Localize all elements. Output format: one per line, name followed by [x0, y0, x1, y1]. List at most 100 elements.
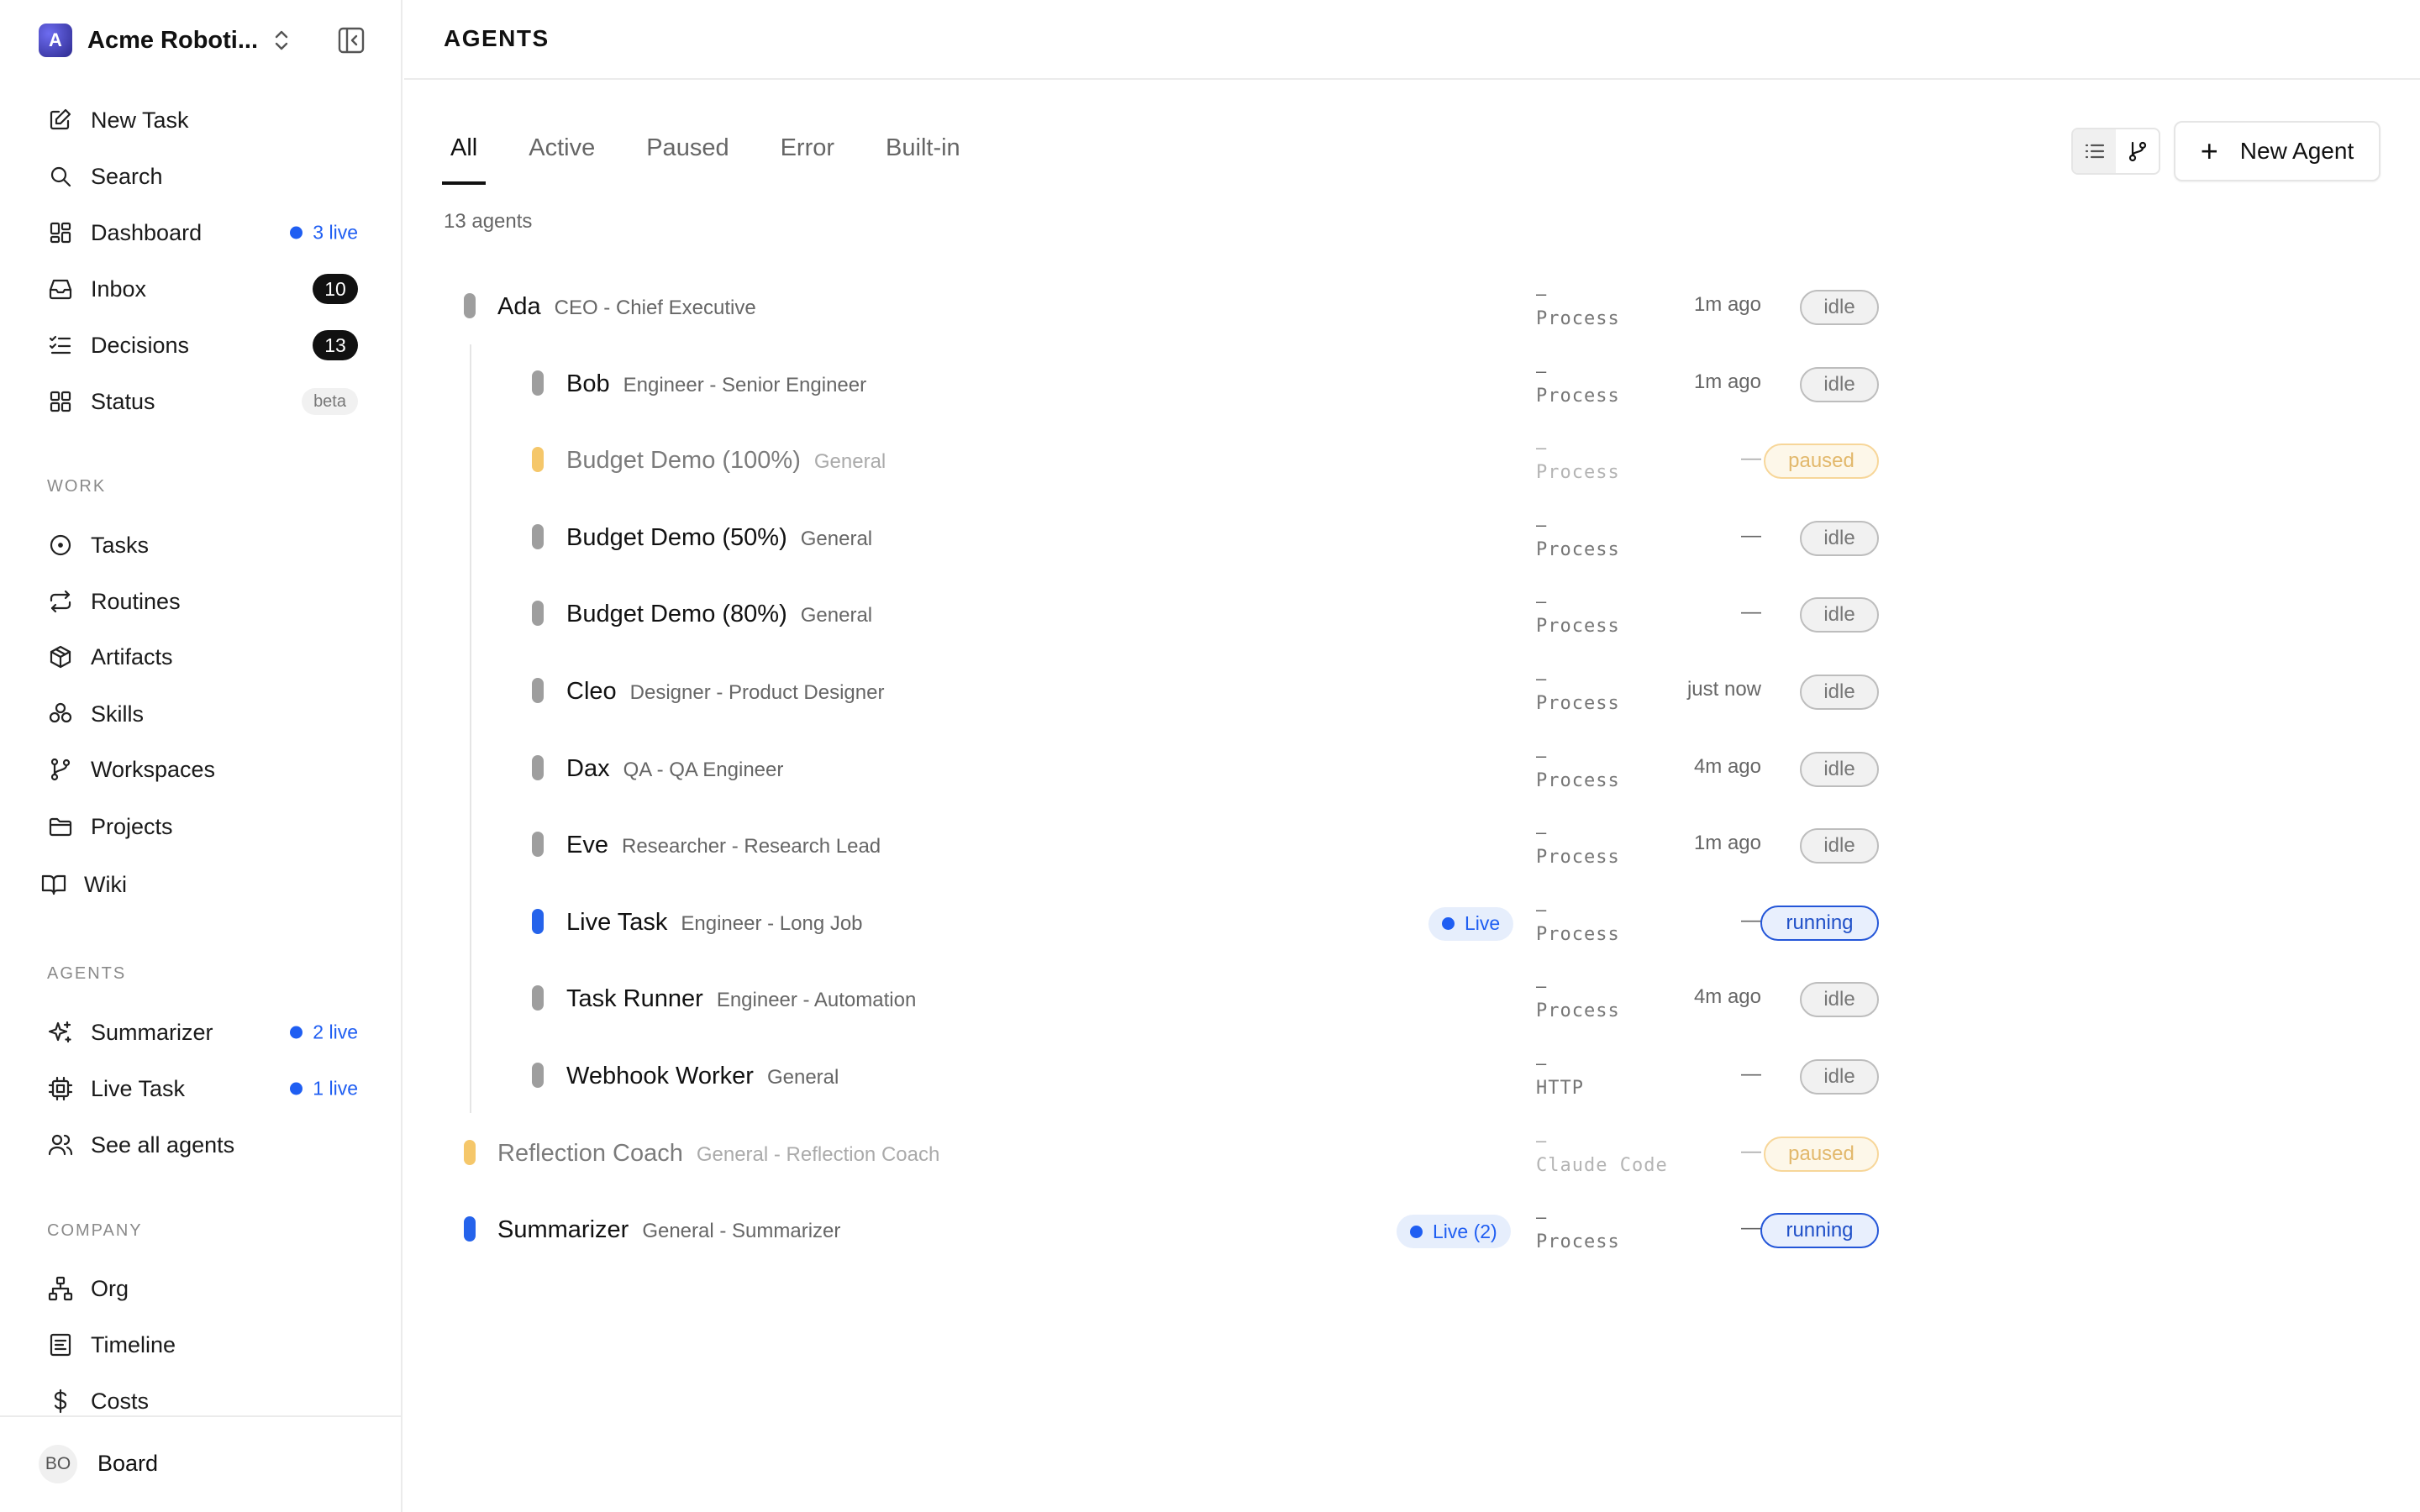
- sidebar-item-summarizer[interactable]: Summarizer 2 live: [47, 1014, 366, 1051]
- tree-view-button[interactable]: [2116, 129, 2159, 173]
- sidebar-item-projects[interactable]: Projects: [47, 808, 366, 845]
- boxes-icon: [47, 701, 74, 727]
- agent-row[interactable]: Dax QA - QA Engineer – Process 4m ago idle: [444, 737, 2175, 804]
- agent-adapter: Process: [1536, 308, 1620, 329]
- agent-title: Cleo Designer - Product Designer: [566, 678, 884, 706]
- tab-paused[interactable]: Paused: [639, 134, 735, 185]
- sidebar-item-see-all-agents[interactable]: See all agents: [47, 1126, 366, 1163]
- sidebar-item-inbox[interactable]: Inbox 10: [47, 270, 366, 307]
- grid-icon: [47, 388, 74, 415]
- agent-row[interactable]: Bob Engineer - Senior Engineer – Process 1m …: [444, 352, 2175, 419]
- sidebar-item-dashboard[interactable]: Dashboard 3 live: [47, 214, 366, 251]
- sidebar-item-artifacts[interactable]: Artifacts: [47, 638, 366, 675]
- tab-error[interactable]: Error: [774, 134, 841, 185]
- status-badge: paused: [1764, 1136, 1879, 1172]
- dollar-icon: [47, 1388, 74, 1415]
- agent-row[interactable]: Reflection Coach General - Reflection Coa…: [444, 1121, 2175, 1189]
- pencil-square-icon: [47, 107, 74, 134]
- avatar: BO: [39, 1445, 77, 1483]
- company-switcher[interactable]: A Acme Roboti...: [39, 22, 288, 59]
- sidebar-item-decisions[interactable]: Decisions 13: [47, 327, 366, 364]
- agent-adapter: Process: [1536, 1000, 1620, 1022]
- agent-row[interactable]: Budget Demo (50%) General – Process — idle: [444, 506, 2175, 573]
- inbox-icon: [47, 276, 74, 302]
- agent-last-active: 1m ago: [1693, 370, 1761, 393]
- live-dot: [1410, 1225, 1423, 1238]
- count-badge: 13: [313, 330, 358, 360]
- sidebar-footer[interactable]: BO Board: [0, 1415, 402, 1512]
- agent-role: General: [813, 450, 886, 474]
- agent-last-active: 4m ago: [1693, 754, 1761, 778]
- agent-role: Designer - Product Designer: [629, 681, 885, 704]
- new-agent-button[interactable]: + New Agent: [2174, 121, 2381, 181]
- live-dot: [290, 226, 303, 239]
- agent-last-active: —: [1741, 1139, 1761, 1163]
- live-count: 3 live: [313, 221, 358, 244]
- agent-adapter: HTTP: [1536, 1078, 1584, 1099]
- status-badge: paused: [1764, 444, 1879, 480]
- agent-row[interactable]: Summarizer General - Summarizer Live (2) – P…: [444, 1198, 2175, 1265]
- status-badge: idle: [1800, 520, 1879, 556]
- agent-row[interactable]: Budget Demo (100%) General – Process — paused: [444, 428, 2175, 496]
- sidebar-item-search[interactable]: Search: [47, 158, 366, 195]
- top-bar: AGENTS: [404, 0, 2420, 80]
- sidebar-item-wiki[interactable]: Wiki: [40, 866, 360, 903]
- status-indicator-bar: [532, 832, 544, 858]
- agent-name: Budget Demo (80%): [566, 601, 787, 628]
- status-badge: running: [1760, 905, 1879, 941]
- status-badge: idle: [1800, 597, 1879, 633]
- agent-row[interactable]: Live Task Engineer - Long Job Live – Process…: [444, 890, 2175, 958]
- sidebar-item-tasks[interactable]: Tasks: [47, 527, 366, 564]
- agent-title: Reflection Coach General - Reflection Coa…: [497, 1140, 939, 1168]
- section-label-work: WORK: [47, 477, 107, 496]
- agent-task-placeholder: –: [1536, 1129, 1547, 1151]
- live-badge-label: Live (2): [1433, 1220, 1497, 1242]
- list-view-button[interactable]: [2073, 129, 2116, 173]
- status-badge: idle: [1800, 1059, 1879, 1095]
- sidebar-item-timeline[interactable]: Timeline: [47, 1326, 366, 1363]
- section-label-agents: AGENTS: [47, 964, 127, 983]
- sidebar-collapse-icon[interactable]: [336, 25, 366, 55]
- company-name: Acme Roboti...: [87, 26, 259, 54]
- count-badge-wrap: 10: [313, 274, 358, 304]
- box-icon: [47, 643, 74, 670]
- live-count: 1 live: [313, 1077, 358, 1100]
- agent-role: Engineer - Long Job: [681, 911, 863, 935]
- live-indicator: 2 live: [290, 1021, 358, 1044]
- agent-name: Bob: [566, 370, 610, 397]
- status-badge: idle: [1800, 290, 1879, 325]
- agent-title: Budget Demo (80%) General: [566, 601, 872, 628]
- agent-row[interactable]: Budget Demo (80%) General – Process — idle: [444, 582, 2175, 649]
- agent-adapter: Claude Code: [1536, 1154, 1668, 1176]
- sidebar-item-status[interactable]: Status beta: [47, 383, 366, 420]
- status-badge: idle: [1800, 982, 1879, 1018]
- tab-active[interactable]: Active: [522, 134, 602, 185]
- sidebar-item-costs[interactable]: Costs: [47, 1383, 366, 1420]
- sidebar-item-label: Workspaces: [91, 756, 216, 782]
- tab-built-in[interactable]: Built-in: [879, 134, 967, 185]
- agent-name: Task Runner: [566, 985, 703, 1013]
- agent-row[interactable]: Webhook Worker General – HTTP — idle: [444, 1044, 2175, 1111]
- sidebar-item-label: Tasks: [91, 532, 150, 558]
- sidebar-item-new-task[interactable]: New Task: [47, 102, 366, 139]
- sidebar-item-label: Wiki: [84, 871, 127, 897]
- agent-adapter: Process: [1536, 385, 1620, 407]
- agent-task-placeholder: –: [1536, 513, 1547, 535]
- agent-row[interactable]: Eve Researcher - Research Lead – Process 1m …: [444, 813, 2175, 880]
- footer-user-name: Board: [97, 1451, 159, 1476]
- sidebar-item-skills[interactable]: Skills: [47, 696, 366, 732]
- status-indicator-bar: [532, 1063, 544, 1088]
- sidebar-item-org[interactable]: Org: [47, 1270, 366, 1307]
- status-badge: idle: [1800, 828, 1879, 864]
- agent-name: Eve: [566, 832, 608, 859]
- sidebar-item-workspaces[interactable]: Workspaces: [47, 751, 366, 788]
- agent-title: Dax QA - QA Engineer: [566, 755, 783, 783]
- live-badge: Live (2): [1397, 1215, 1511, 1249]
- sidebar-item-routines[interactable]: Routines: [47, 583, 366, 620]
- agent-row[interactable]: Cleo Designer - Product Designer – Process j…: [444, 659, 2175, 727]
- sidebar-item-live-task[interactable]: Live Task 1 live: [47, 1070, 366, 1107]
- agent-row[interactable]: Task Runner Engineer - Automation – Process…: [444, 967, 2175, 1034]
- agent-row[interactable]: Ada CEO - Chief Executive – Process 1m ago id…: [444, 275, 2175, 342]
- tab-all[interactable]: All: [441, 134, 487, 185]
- count-badge-wrap: 13: [313, 330, 358, 360]
